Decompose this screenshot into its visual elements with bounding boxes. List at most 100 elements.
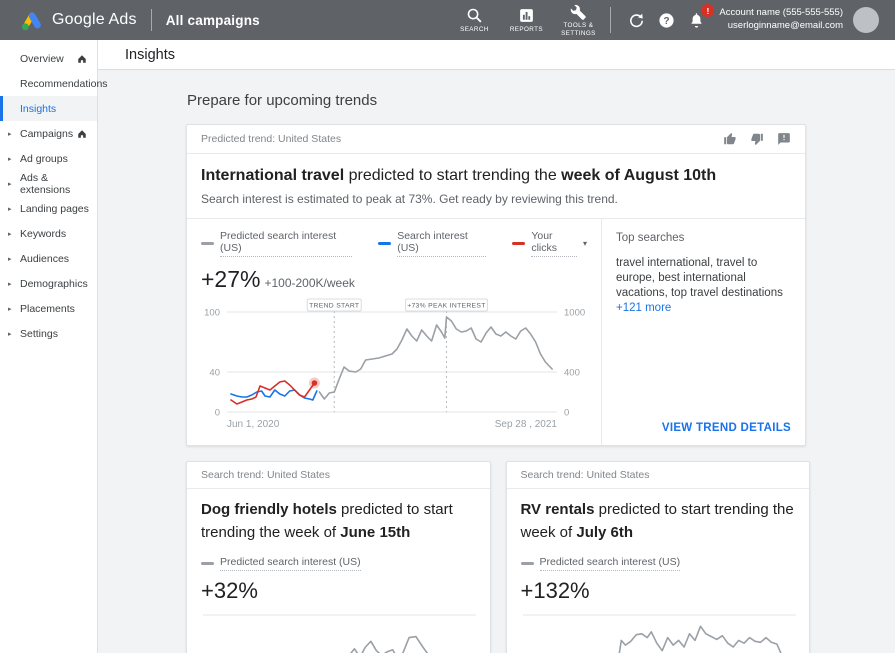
wrench-icon [570,3,587,20]
help-icon: ? [658,12,675,29]
sidebar-item-label: Campaigns [20,128,73,140]
trend-term: International travel [201,167,344,184]
trend-chart [521,612,796,653]
refresh-button[interactable] [621,5,651,35]
sidebar-item-keywords[interactable]: ▸Keywords [0,221,97,246]
campaign-context[interactable]: All campaigns [166,13,260,28]
tools-settings-label: TOOLS & SETTINGS [552,22,604,38]
card-body: Predicted search interest (US) Search int… [187,219,805,445]
legend-swatch [201,562,214,565]
trend-title: International travel predicted to start … [201,165,791,187]
avatar[interactable] [853,7,879,33]
chevron-right-icon[interactable]: ▸ [8,180,12,188]
card-eyebrow-row: Search trend: United States [507,462,810,489]
sidebar-item-label: Demographics [20,278,88,290]
svg-text:0: 0 [215,408,220,419]
chevron-right-icon[interactable]: ▸ [8,330,12,338]
feedback-icon[interactable] [777,132,791,146]
sidebar-item-placements[interactable]: ▸ Placements [0,296,97,321]
top-searches-text: travel international, travel to europe, … [616,256,791,316]
sidebar-item-demographics[interactable]: ▸ Demographics [0,271,97,296]
trend-cards-row: Search trend: United States Dog friendly… [186,461,810,653]
view-trend-details-link[interactable]: VIEW TREND DETAILS [662,422,791,434]
trend-title: RV rentals predicted to start trending t… [521,499,796,544]
notifications-button[interactable]: ! [681,5,711,35]
legend-label: Predicted search interest (US) [220,230,352,257]
chart-svg: 04010004001000TREND START+73% PEAK INTER… [201,298,589,432]
card-eyebrow: Search trend: United States [201,469,330,481]
notification-badge: ! [701,4,714,17]
sidebar-item-label: Placements [20,303,75,315]
chart-column: Predicted search interest (US) Search int… [187,219,601,445]
sidebar-item-campaigns[interactable]: ▸ Campaigns [0,121,97,146]
trend-delta-volume: +100-200K/week [264,276,354,290]
svg-text:+73% PEAK INTEREST: +73% PEAK INTEREST [407,303,486,310]
more-searches-link[interactable]: +121 more [616,302,671,314]
search-button[interactable]: SEARCH [448,7,500,34]
svg-text:400: 400 [564,368,580,379]
trend-delta: +32% [201,578,476,604]
app-root: Google Ads All campaigns SEARCH REPORT [0,0,895,653]
reports-label: REPORTS [510,26,543,34]
thumbs-down-icon[interactable] [750,132,764,146]
sidebar-item-ads-extensions[interactable]: ▸ Ads & extensions [0,171,97,196]
legend-item: Predicted search interest (US) [201,230,352,257]
sidebar-item-landing-pages[interactable]: ▸ Landing pages [0,196,97,221]
sidebar-item-audiences[interactable]: ▸Audiences [0,246,97,271]
topbar-left: Google Ads All campaigns [20,9,260,32]
thumbs-up-icon[interactable] [723,132,737,146]
legend-swatch [512,242,525,245]
search-label: SEARCH [460,26,489,34]
card-body: Dog friendly hotels predicted to start t… [187,489,490,653]
sidebar-item-label: Ads & extensions [20,172,97,196]
chevron-right-icon[interactable]: ▸ [8,255,12,263]
card-eyebrow: Search trend: United States [521,469,650,481]
card-eyebrow-row: Search trend: United States [187,462,490,489]
sidebar-item-ad-groups[interactable]: ▸ Ad groups [0,146,97,171]
sidebar-item-label: Insights [20,103,56,115]
scroll-area: Prepare for upcoming trends Predicted tr… [98,70,895,653]
sidebar-item-label: Recommendations [20,78,108,90]
svg-text:TREND START: TREND START [309,303,359,310]
account-name: Account name (555-555-555) [719,7,843,20]
home-icon [77,54,87,64]
reports-button[interactable]: REPORTS [500,7,552,34]
svg-text:0: 0 [564,408,569,419]
card-eyebrow-row: Predicted trend: United States [187,125,805,154]
svg-text:1000: 1000 [564,308,585,319]
sidebar-item-recommendations[interactable]: Recommendations [0,71,97,96]
card-title-block: International travel predicted to start … [187,154,805,219]
legend-item[interactable]: Your clicks ▾ [512,230,587,257]
chevron-right-icon[interactable]: ▸ [8,305,12,313]
tools-settings-button[interactable]: TOOLS & SETTINGS [552,3,604,38]
chart-legend: Predicted search interest (US) [201,556,476,571]
sidebar-item-label: Ad groups [20,153,68,165]
svg-text:100: 100 [204,308,220,319]
sidebar-item-overview[interactable]: Overview [0,46,97,71]
help-button[interactable]: ? [651,5,681,35]
legend-item: Predicted search interest (US) [201,556,361,571]
account-info[interactable]: Account name (555-555-555) userloginname… [719,7,843,33]
trend-delta: +132% [521,578,796,604]
chevron-right-icon[interactable]: ▸ [8,130,12,138]
top-searches-label: Top searches [616,232,791,244]
legend-label: Your clicks [531,230,577,257]
section-title: Prepare for upcoming trends [187,92,895,109]
sidebar-item-settings[interactable]: ▸ Settings [0,321,97,346]
legend-label: Search interest (US) [397,230,486,257]
chevron-right-icon[interactable]: ▸ [8,280,12,288]
predicted-trend-card: Predicted trend: United States [186,124,806,446]
chevron-right-icon[interactable]: ▸ [8,205,12,213]
chevron-down-icon[interactable]: ▾ [583,239,587,248]
card-body: RV rentals predicted to start trending t… [507,489,810,653]
sidebar-item-label: Settings [20,328,58,340]
trend-chart [201,612,476,653]
chevron-right-icon[interactable]: ▸ [8,155,12,163]
sidebar-item-label: Landing pages [20,203,89,215]
chevron-right-icon[interactable]: ▸ [8,230,12,238]
sidebar-item-insights[interactable]: Insights [0,96,97,121]
feedback-icons [723,132,791,146]
search-trend-card-dog-friendly-hotels: Search trend: United States Dog friendly… [186,461,491,653]
chart-svg [521,612,798,653]
search-trend-card-rv-rentals: Search trend: United States RV rentals p… [506,461,811,653]
